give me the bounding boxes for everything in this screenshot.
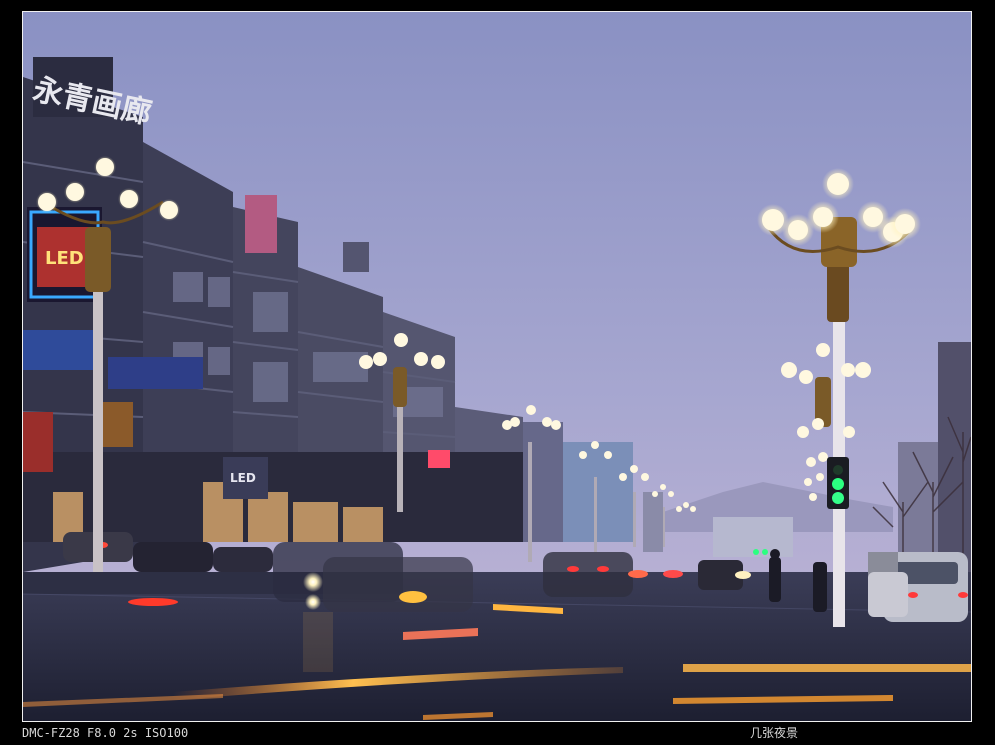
blue-banner-2 (108, 357, 203, 389)
yellow-sign (103, 402, 133, 447)
red-shop-sign (23, 412, 53, 472)
neon-red-sign (428, 450, 450, 468)
photo-title-caption: 几张夜景 (750, 726, 799, 740)
store-sign-text: LED (230, 471, 256, 485)
exif-caption: DMC-FZ28 F8.0 2s ISO100 (22, 726, 189, 740)
photo-frame: 永青画廊 LED LED (22, 11, 972, 722)
store-sign: LED (223, 457, 268, 499)
road-reflection (303, 612, 333, 672)
night-street-photo: 永青画廊 LED LED (23, 12, 971, 721)
blue-banner (23, 330, 98, 370)
pink-sign (245, 195, 277, 253)
left-led-sign-text: LED (45, 248, 84, 269)
